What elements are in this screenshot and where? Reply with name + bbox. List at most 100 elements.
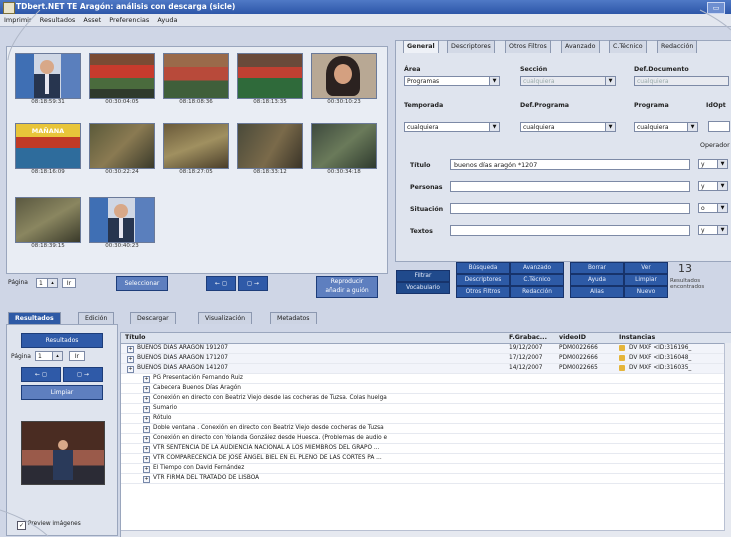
tab-descargar[interactable]: Descargar: [130, 312, 176, 324]
preview-checkbox[interactable]: ✓: [17, 521, 26, 530]
keyframe[interactable]: 00:30:04:05: [89, 53, 155, 109]
textos-input[interactable]: [450, 225, 690, 236]
expand-icon[interactable]: +: [143, 436, 150, 443]
tab-ctecnico[interactable]: C.Técnico: [609, 40, 647, 53]
situacion-input[interactable]: [450, 203, 690, 214]
keyframe[interactable]: 08:18:39:15: [15, 197, 81, 253]
keyframe[interactable]: 00:30:40:23: [89, 197, 155, 253]
tab-resultados[interactable]: Resultados: [8, 312, 61, 324]
table-row[interactable]: + BUENOS DIAS ARAGON 191207 19/12/2007 PDM0…: [121, 344, 731, 354]
col-instancias[interactable]: Instancias: [619, 333, 655, 343]
menu-asset[interactable]: Asset: [83, 14, 101, 26]
expand-icon[interactable]: +: [143, 426, 150, 433]
table-row[interactable]: + PG Presentación Fernando Ruiz: [121, 374, 731, 384]
expand-icon[interactable]: +: [143, 446, 150, 453]
keyframe[interactable]: 08:18:08:36: [163, 53, 229, 109]
tab-descriptores[interactable]: Descriptores: [447, 40, 495, 53]
alias-button[interactable]: Alias: [570, 286, 624, 298]
table-row[interactable]: + Rótulo: [121, 414, 731, 424]
table-row[interactable]: + Doble ventana . Conexión en directo con…: [121, 424, 731, 434]
prev-page-button[interactable]: ← ◻: [206, 276, 236, 291]
left-go-button[interactable]: Ir: [69, 351, 85, 361]
left-prev-button[interactable]: ← ◻: [21, 367, 61, 382]
table-row[interactable]: + Sumario: [121, 404, 731, 414]
menu-preferencias[interactable]: Preferencias: [109, 14, 149, 26]
menu-ayuda[interactable]: Ayuda: [157, 14, 177, 26]
expand-icon[interactable]: +: [143, 386, 150, 393]
defprog-select[interactable]: cualquiera ▼: [520, 122, 616, 132]
expand-icon[interactable]: +: [127, 356, 134, 363]
ayuda-button[interactable]: Ayuda: [570, 274, 624, 286]
table-row[interactable]: + Conexión en directo con Beatriz Viejo d…: [121, 394, 731, 404]
table-row[interactable]: + BUENOS DIAS ARAGON 141207 14/12/2007 PDM0…: [121, 364, 731, 374]
expand-icon[interactable]: +: [143, 456, 150, 463]
expand-icon[interactable]: +: [143, 466, 150, 473]
left-page-spinner[interactable]: 1 ▴: [35, 351, 63, 361]
keyframe[interactable]: 00:30:10:23: [311, 53, 377, 109]
table-row[interactable]: + Cabecera Buenos Días Aragón: [121, 384, 731, 394]
keyframe[interactable]: 00:30:34:18: [311, 123, 377, 179]
redaccion-button[interactable]: Redacción: [510, 286, 564, 298]
spinner-arrows-icon[interactable]: ▴: [47, 279, 57, 287]
borrar-button[interactable]: Borrar: [570, 262, 624, 274]
temporada-select[interactable]: cualquiera ▼: [404, 122, 500, 132]
left-next-button[interactable]: ◻ →: [63, 367, 103, 382]
otros-filtros-button[interactable]: Otros Filtros: [456, 286, 510, 298]
defdoc-select[interactable]: cualquiera: [634, 76, 729, 86]
table-row[interactable]: + VTR SENTENCIA DE LA AUDIENCIA NACIONAL …: [121, 444, 731, 454]
menu-resultados[interactable]: Resultados: [40, 14, 76, 26]
avanzado-button[interactable]: Avanzado: [510, 262, 564, 274]
go-button[interactable]: Ir: [62, 278, 76, 288]
next-page-button[interactable]: ◻ →: [238, 276, 268, 291]
seccion-select[interactable]: cualquiera ▼: [520, 76, 616, 86]
titulo-input[interactable]: buenos días aragón *1207: [450, 159, 690, 170]
col-fecha[interactable]: F.Grabac...: [509, 333, 547, 343]
page-spinner[interactable]: 1 ▴: [36, 278, 58, 288]
keyframe[interactable]: 08:18:13:35: [237, 53, 303, 109]
expand-icon[interactable]: +: [127, 366, 134, 373]
expand-icon[interactable]: +: [143, 396, 150, 403]
horizontal-scrollbar[interactable]: [121, 530, 725, 537]
idopt-input[interactable]: [708, 121, 730, 132]
expand-icon[interactable]: +: [127, 346, 134, 353]
situacion-operator-select[interactable]: o ▼: [698, 203, 728, 213]
limpiar-button[interactable]: Limpiar: [624, 274, 668, 286]
keyframe[interactable]: 08:18:59:31: [15, 53, 81, 109]
programa-select[interactable]: cualquiera ▼: [634, 122, 698, 132]
tab-avanzado[interactable]: Avanzado: [561, 40, 600, 53]
vocabulario-button[interactable]: Vocabulario: [396, 282, 450, 294]
busqueda-button[interactable]: Búsqueda: [456, 262, 510, 274]
select-button[interactable]: Seleccionar: [116, 276, 168, 291]
tab-general[interactable]: General: [403, 40, 439, 53]
titulo-operator-select[interactable]: y ▼: [698, 159, 728, 169]
tab-edicion[interactable]: Edición: [78, 312, 115, 324]
table-row[interactable]: + VTR FIRMA DEL TRATADO DE LISBOA: [121, 474, 731, 484]
expand-icon[interactable]: +: [143, 406, 150, 413]
table-row[interactable]: + VTR COMPARECENCIA DE JOSÉ ÁNGEL BIEL EN…: [121, 454, 731, 464]
left-clear-button[interactable]: Limpiar: [21, 385, 103, 400]
table-row[interactable]: + BUENOS DIAS ARAGON 171207 17/12/2007 PDM0…: [121, 354, 731, 364]
row-instance[interactable]: DV MXF <ID:316048_: [629, 354, 691, 363]
row-instance[interactable]: DV MXF <ID:316196_: [629, 344, 691, 353]
expand-icon[interactable]: +: [143, 476, 150, 483]
ctecnico-button[interactable]: C.Técnico: [510, 274, 564, 286]
area-select[interactable]: Programas ▼: [404, 76, 500, 86]
personas-operator-select[interactable]: y ▼: [698, 181, 728, 191]
col-videoid[interactable]: videoID: [559, 333, 586, 343]
tab-redaccion[interactable]: Redacción: [657, 40, 698, 53]
tab-otros-filtros[interactable]: Otros Filtros: [505, 40, 551, 53]
personas-input[interactable]: [450, 181, 690, 192]
table-row[interactable]: + Conexión en directo con Yolanda Gonzále…: [121, 434, 731, 444]
spinner-arrows-icon[interactable]: ▴: [52, 352, 62, 360]
nuevo-button[interactable]: Nuevo: [624, 286, 668, 298]
ver-button[interactable]: Ver: [624, 262, 668, 274]
expand-icon[interactable]: +: [143, 376, 150, 383]
keyframe[interactable]: 00:30:22:24: [89, 123, 155, 179]
col-titulo[interactable]: Título: [125, 333, 145, 343]
play-add-button[interactable]: Reproducir añadir a guión: [316, 276, 378, 298]
filtrar-button[interactable]: Filtrar: [396, 270, 450, 282]
tab-visualizacion[interactable]: Visualización: [198, 312, 253, 324]
descriptores-button[interactable]: Descriptores: [456, 274, 510, 286]
expand-icon[interactable]: +: [143, 416, 150, 423]
menu-imprimir[interactable]: Imprimir: [4, 14, 32, 26]
